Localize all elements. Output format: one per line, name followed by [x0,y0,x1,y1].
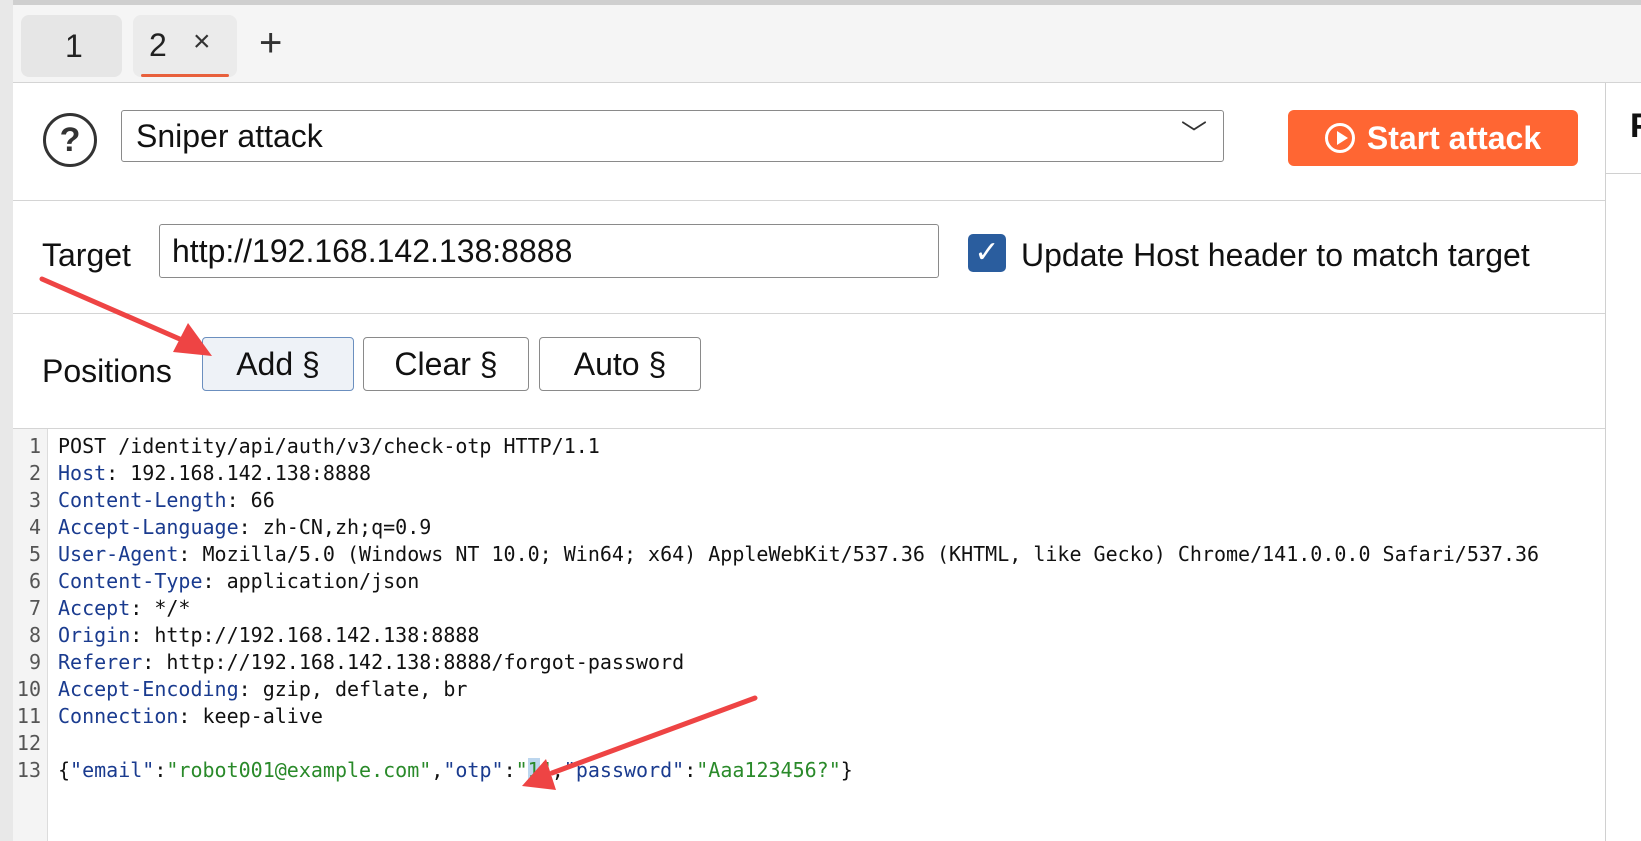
json-key: "otp" [443,758,504,782]
clear-payload-markers-button[interactable]: Clear § [363,337,529,391]
json-brace: { [58,758,71,782]
json-key: "password" [563,758,685,782]
header-key: User-Agent [58,542,179,566]
tab-label: 2 [149,27,167,63]
header-value: gzip, deflate, br [250,677,468,701]
json-colon: : [503,758,516,782]
help-icon[interactable]: ? [43,113,97,167]
header-line: User-Agent: Mozilla/5.0 (Windows NT 10.0… [58,542,1540,566]
header-line: Accept: */* [58,596,191,620]
request-text: POST /identity/api/auth/v3/check-otp HTT… [58,434,600,458]
line-number: 9 [28,650,41,674]
play-icon [1324,123,1355,153]
header-key: Host [58,461,107,485]
header-key: Origin [58,623,131,647]
tab-2[interactable]: 2 × [133,15,237,77]
line-number: 8 [28,623,41,647]
attack-type-select[interactable]: Sniper attack ﹀ [121,110,1224,162]
header-value: zh-CN,zh;q=0.9 [250,515,432,539]
chevron-down-icon: ﹀ [1180,119,1207,149]
right-panel-label: P [1630,107,1641,146]
header-line: Content-Type: application/json [58,569,420,593]
json-comma: , [551,758,564,782]
json-body-line: {"email":"robot001@example.com","otp":"1… [58,758,853,782]
header-line: Content-Length: 66 [58,488,275,512]
start-attack-button[interactable]: Start attack [1288,110,1578,166]
header-key: Accept [58,596,131,620]
attack-type-row: ? Sniper attack ﹀ Start attack [13,83,1605,201]
line-number-gutter: 1 2 3 4 5 6 7 8 9 10 11 12 13 [13,429,48,841]
tab-label: 1 [65,27,83,64]
header-key: Referer [58,650,143,674]
header-key: Accept-Encoding [58,677,239,701]
header-line: Accept-Language: zh-CN,zh;q=0.9 [58,515,432,539]
line-number: 7 [28,596,41,620]
line-number: 10 [16,677,41,701]
left-edge [0,0,14,841]
update-host-label: Update Host header to match target [1021,237,1530,273]
line-number: 12 [16,731,41,755]
tab-bar: 1 2 × + [13,5,1641,83]
request-editor[interactable]: 1 2 3 4 5 6 7 8 9 10 11 12 13 POST /iden… [13,429,1605,841]
request-line: POST /identity/api/auth/v3/check-otp HTT… [58,434,600,458]
add-payload-marker-button[interactable]: Add § [202,337,354,391]
json-quote: " [515,758,528,782]
header-line: Origin: http://192.168.142.138:8888 [58,623,480,647]
header-key: Content-Type [58,569,203,593]
header-value: keep-alive [190,704,323,728]
attack-type-value: Sniper attack [136,118,323,154]
right-panel-header: P [1606,83,1641,174]
header-key: Content-Length [58,488,227,512]
json-key: "email" [70,758,155,782]
header-value: 66 [238,488,275,512]
update-host-checkbox[interactable]: ✓ [968,234,1006,272]
json-brace: } [840,758,853,782]
header-key: Connection [58,704,179,728]
add-tab-icon[interactable]: + [259,17,282,69]
line-number: 11 [16,704,41,728]
intruder-main-panel: ? Sniper attack ﹀ Start attack Target ht… [13,83,1606,841]
header-value: http://192.168.142.138:8888/forgot-passw… [154,650,685,674]
target-label: Target [42,237,131,273]
header-line: Referer: http://192.168.142.138:8888/for… [58,650,685,674]
json-colon: : [154,758,167,782]
auto-payload-markers-button[interactable]: Auto § [539,337,701,391]
start-attack-label: Start attack [1366,119,1542,156]
selected-otp-value[interactable]: 1 [527,758,540,782]
line-number: 2 [28,461,41,485]
target-input[interactable]: http://192.168.142.138:8888 [159,224,939,278]
header-value: Mozilla/5.0 (Windows NT 10.0; Win64; x64… [190,542,1540,566]
positions-row: Positions Add § Clear § Auto § [13,314,1605,429]
positions-label: Positions [42,353,172,389]
header-value: application/json [214,569,420,593]
tab-1[interactable]: 1 [21,15,122,77]
right-panel: P [1606,83,1641,841]
target-row: Target http://192.168.142.138:8888 ✓ Upd… [13,201,1605,314]
header-value: http://192.168.142.138:8888 [142,623,480,647]
line-number: 13 [16,758,41,782]
header-line: Connection: keep-alive [58,704,323,728]
close-icon[interactable]: × [193,25,211,59]
line-number: 3 [28,488,41,512]
line-number: 5 [28,542,41,566]
json-quote: " [539,758,552,782]
header-line: Host: 192.168.142.138:8888 [58,461,372,485]
line-number: 1 [28,434,41,458]
json-value: "Aaa123456?" [696,758,841,782]
header-value: */* [142,596,191,620]
json-comma: , [431,758,444,782]
header-line: Accept-Encoding: gzip, deflate, br [58,677,468,701]
line-number: 4 [28,515,41,539]
json-value: "robot001@example.com" [166,758,432,782]
header-value: 192.168.142.138:8888 [118,461,372,485]
header-key: Accept-Language [58,515,239,539]
json-colon: : [684,758,697,782]
active-tab-indicator [141,74,229,77]
line-number: 6 [28,569,41,593]
